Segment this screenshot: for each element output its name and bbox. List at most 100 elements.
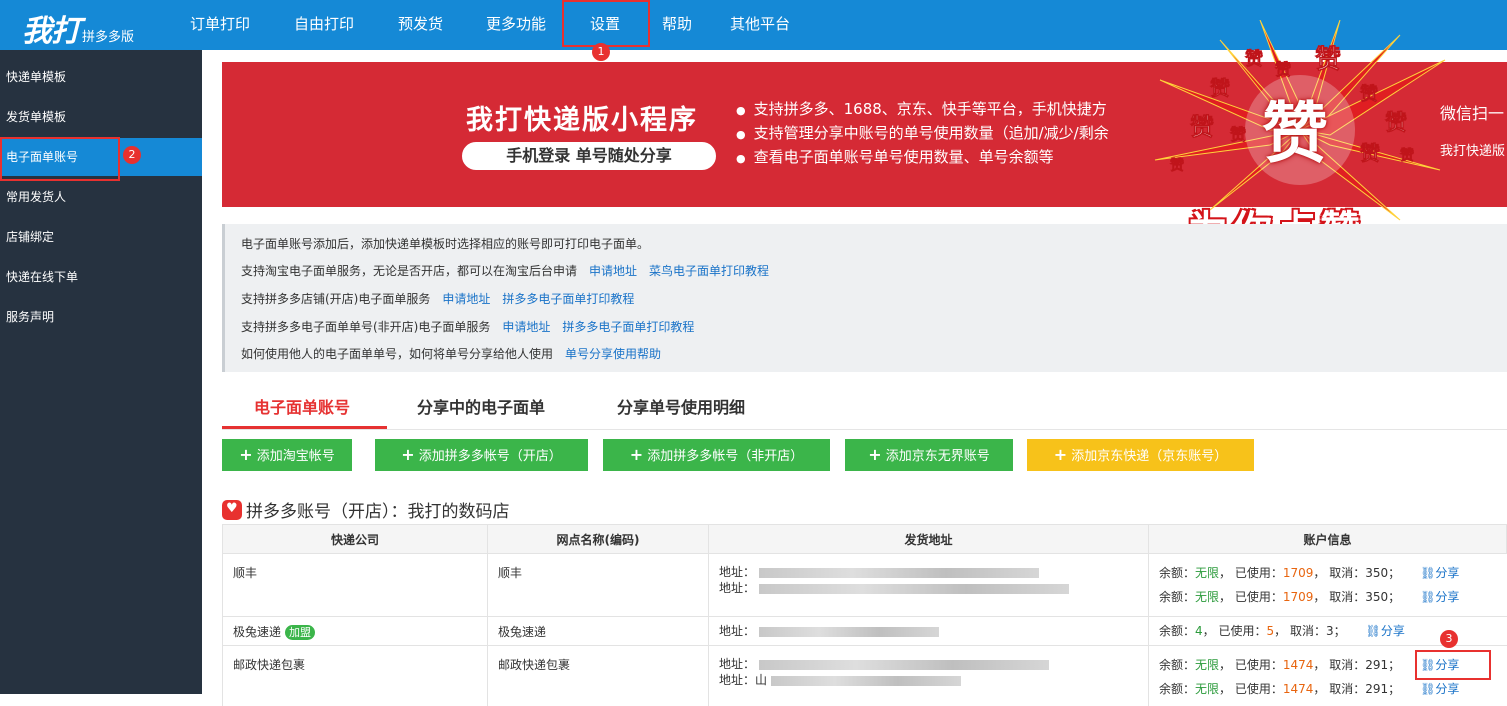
company-name: 极兔速递 [233, 625, 282, 639]
info-text: 支持拼多多电子面单单号(非开店)电子面单服务 [241, 320, 491, 334]
balance-label: 余额： [1159, 590, 1196, 604]
address-label: 地址：山 [719, 673, 768, 687]
col-header-address: 发货地址 [708, 524, 1149, 554]
balance-value: 无限 [1195, 658, 1220, 672]
sidebar-item-service-statement[interactable]: 服务声明 [0, 298, 202, 336]
nav-free-print[interactable]: 自由打印 [294, 0, 354, 50]
col-header-company: 快递公司 [222, 524, 488, 554]
table-row: 邮政快递包裹 邮政快递包裹 地址： 地址：山 余额：无限， 已使用：1474， … [222, 646, 1507, 706]
sidebar-item-sender[interactable]: 常用发货人 [0, 178, 202, 216]
info-line-4: 支持拼多多电子面单单号(非开店)电子面单服务 申请地址 拼多多电子面单打印教程 [241, 318, 694, 335]
cell-site: 极兔速递 [487, 617, 709, 645]
info-line-2: 支持淘宝电子面单服务，无论是否开店，都可以在淘宝后台申请 申请地址 菜鸟电子面单打印… [241, 262, 769, 279]
nav-pre-ship[interactable]: 预发货 [398, 0, 443, 50]
cancel-value: 350 [1365, 590, 1389, 604]
cell-company: 极兔速递 加盟 [222, 617, 488, 645]
blurred-address [759, 626, 940, 637]
link-icon: ⛓ [1420, 566, 1436, 580]
info-box: 电子面单账号添加后，添加快递单模板时选择相应的账号即可打印电子面单。 支持淘宝电… [222, 224, 1507, 372]
nav-help[interactable]: 帮助 [662, 0, 692, 50]
tab-sharing[interactable]: 分享中的电子面单 [417, 394, 545, 418]
sidebar-item-online-order[interactable]: 快递在线下单 [0, 258, 202, 296]
add-pdd-noshop-button[interactable]: + 添加拼多多帐号（非开店） [603, 439, 830, 471]
apply-link-taobao[interactable]: 申请地址 [589, 264, 637, 278]
balance-value: 无限 [1195, 590, 1220, 604]
logo-main: 我打 [22, 14, 81, 49]
banner-point: 支持管理分享中账号的单号使用数量（追加/减少/剩余 [736, 122, 1109, 146]
info-line-3: 支持拼多多店铺(开店)电子面单服务 申请地址 拼多多电子面单打印教程 [241, 290, 634, 307]
used-value: 1709 [1282, 566, 1314, 580]
tab-active-underline [222, 426, 387, 429]
nav-order-print[interactable]: 订单打印 [190, 0, 250, 50]
sidebar-item-shop-binding[interactable]: 店铺绑定 [0, 218, 202, 256]
nav-other-platforms[interactable]: 其他平台 [730, 0, 790, 50]
plus-icon: + [1053, 445, 1068, 464]
step-badge-2: 2 [123, 146, 141, 164]
plus-icon: + [868, 445, 882, 464]
balance-label: 余额： [1159, 658, 1196, 672]
add-jd-wujie-button[interactable]: + 添加京东无界账号 [845, 439, 1013, 471]
nav-more-features[interactable]: 更多功能 [486, 0, 546, 50]
share-button[interactable]: ⛓分享 [1366, 624, 1405, 638]
cancel-value: 350 [1365, 566, 1389, 580]
share-help-link[interactable]: 单号分享使用帮助 [565, 347, 661, 361]
cancel-label: 取消： [1329, 658, 1366, 672]
tab-share-detail[interactable]: 分享单号使用明细 [617, 394, 745, 418]
used-value: 1709 [1282, 590, 1314, 604]
table-row: 极兔速递 加盟 极兔速递 地址： 余额：4， 已使用：5， 取消：3； ⛓分享 [222, 617, 1507, 646]
cell-site: 邮政快递包裹 [487, 646, 709, 706]
cell-company: 邮政快递包裹 [222, 646, 488, 706]
cainiao-tutorial-link[interactable]: 菜鸟电子面单打印教程 [649, 264, 769, 278]
add-pdd-shop-button[interactable]: + 添加拼多多帐号（开店） [375, 439, 588, 471]
blurred-address [771, 675, 962, 686]
cell-address: 地址： 地址： [708, 554, 1149, 616]
address-label: 地址： [719, 624, 756, 638]
balance-value: 4 [1195, 624, 1203, 638]
banner-right-text: 微信扫一 [1440, 104, 1505, 123]
pdd-tutorial-link-2[interactable]: 拼多多电子面单打印教程 [562, 320, 694, 334]
add-taobao-button[interactable]: + 添加淘宝帐号 [222, 439, 352, 471]
plus-icon: + [239, 445, 253, 464]
table-row: 顺丰 顺丰 地址： 地址： 余额：无限， 已使用：1709， 取消：350； ⛓分… [222, 554, 1507, 617]
settings-highlight-box [562, 0, 650, 47]
button-label: 添加拼多多帐号（非开店） [647, 449, 804, 464]
account-title: 拼多多账号（开店）：我打的数码店 [222, 497, 510, 522]
balance-value: 无限 [1195, 566, 1220, 580]
blurred-address [759, 583, 1070, 594]
blurred-address [759, 567, 1040, 578]
share-label: 分享 [1380, 624, 1405, 638]
banner-right-text-2: 我打快递版 [1440, 144, 1506, 159]
plus-icon: + [629, 445, 644, 464]
sidebar-item-express-template[interactable]: 快递单模板 [0, 58, 202, 96]
balance-label: 余额： [1159, 566, 1196, 580]
add-jd-express-button[interactable]: + 添加京东快递（京东账号） [1027, 439, 1254, 471]
logo-sub: 拼多多版 [82, 30, 135, 45]
logo[interactable]: 我打 拼多多版 [22, 6, 135, 49]
button-label: 添加京东无界账号 [885, 449, 990, 464]
top-nav: 我打 拼多多版 订单打印 自由打印 预发货 更多功能 设置 帮助 其他平台 [0, 0, 1507, 50]
pinduoduo-icon [222, 500, 242, 520]
cancel-value: 291 [1365, 658, 1389, 672]
banner-title: 我打快递版小程序 [466, 105, 698, 136]
col-header-account: 账户信息 [1148, 524, 1507, 554]
link-icon: ⛓ [1420, 590, 1436, 604]
share-label: 分享 [1435, 590, 1460, 604]
sidebar-item-delivery-template[interactable]: 发货单模板 [0, 98, 202, 136]
info-text: 电子面单账号添加后，添加快递单模板时选择相应的账号即可打印电子面单。 [241, 237, 650, 251]
used-label: 已使用： [1234, 566, 1283, 580]
share-button[interactable]: ⛓分享 [1420, 566, 1459, 580]
apply-link-pdd-noshop[interactable]: 申请地址 [502, 320, 550, 334]
tab-ewaybill-account[interactable]: 电子面单账号 [254, 394, 350, 418]
tab-bar: 电子面单账号 分享中的电子面单 分享单号使用明细 [222, 384, 1507, 430]
button-label: 添加京东快递（京东账号） [1071, 449, 1228, 464]
step-badge-1: 1 [592, 43, 610, 61]
like-big-char: 赞 [1262, 95, 1328, 172]
cancel-label: 取消： [1329, 590, 1366, 604]
share-button[interactable]: ⛓分享 [1420, 590, 1459, 604]
info-text: 支持淘宝电子面单服务，无论是否开店，都可以在淘宝后台申请 [241, 264, 578, 278]
address-label: 地址： [719, 581, 756, 595]
pdd-tutorial-link[interactable]: 拼多多电子面单打印教程 [502, 292, 634, 306]
cell-address: 地址： 地址：山 [708, 646, 1149, 706]
share-highlight-box [1415, 650, 1491, 680]
apply-link-pdd-shop[interactable]: 申请地址 [442, 292, 490, 306]
